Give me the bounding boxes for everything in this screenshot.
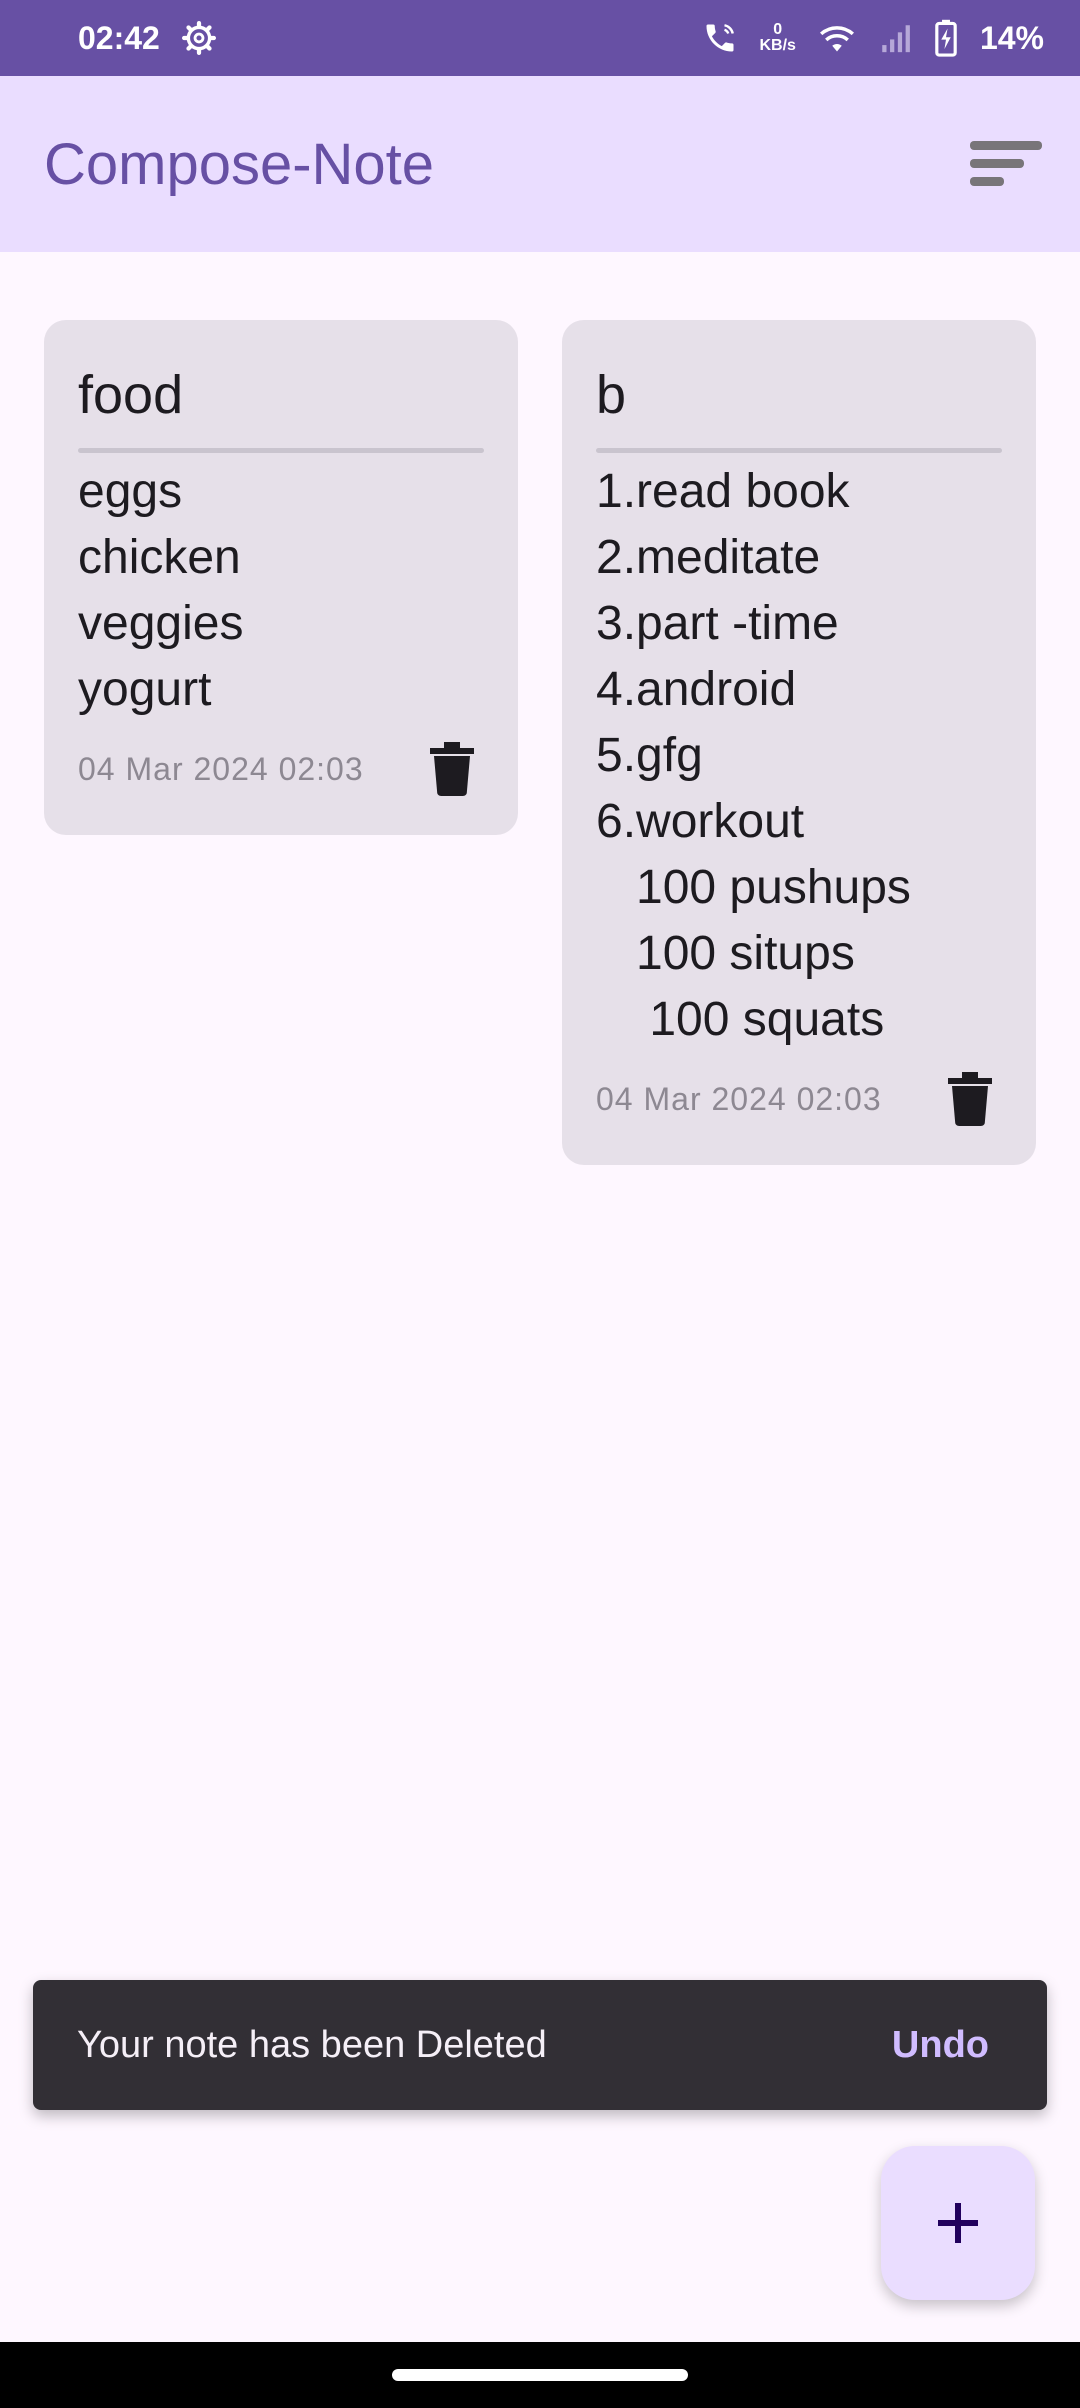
note-footer: 04 Mar 2024 02:03 [78, 737, 484, 801]
home-indicator[interactable] [392, 2369, 688, 2381]
note-footer: 04 Mar 2024 02:03 [596, 1067, 1002, 1131]
note-divider [596, 448, 1002, 453]
battery-percent: 14% [979, 19, 1044, 56]
sort-lines-icon [966, 137, 1044, 191]
note-content: eggs chicken veggies yogurt [78, 465, 244, 716]
snackbar-message: Your note has been Deleted [77, 2023, 547, 2066]
note-divider [78, 448, 484, 453]
wifi-icon [818, 21, 856, 55]
trash-icon [430, 742, 474, 796]
note-card[interactable]: food eggs chicken veggies yogurt 04 Mar … [44, 320, 518, 835]
system-navigation-bar [0, 2342, 1080, 2408]
note-date: 04 Mar 2024 02:03 [78, 750, 364, 787]
delete-note-button[interactable] [938, 1067, 1002, 1131]
status-right: 0 KB/s 14% [702, 19, 1044, 57]
undo-button[interactable]: Undo [892, 2024, 989, 2067]
network-speed-value: 0 [773, 21, 783, 38]
plus-icon [936, 2201, 980, 2245]
signal-icon [878, 21, 912, 55]
delete-note-button[interactable] [420, 737, 484, 801]
top-app-bar: Compose-Note [0, 76, 1080, 252]
snackbar: Your note has been Deleted Undo [33, 1980, 1047, 2110]
status-time: 02:42 [78, 19, 160, 56]
note-title: food [78, 365, 184, 425]
settings-gear-icon [181, 21, 216, 55]
sort-button[interactable] [966, 134, 1044, 194]
note-title: b [596, 365, 627, 425]
network-speed-unit: KB/s [759, 37, 796, 54]
note-card[interactable]: b 1.read book 2.meditate 3.part -time 4.… [562, 320, 1036, 1165]
trash-icon [948, 1072, 992, 1126]
note-content: 1.read book 2.meditate 3.part -time 4.an… [596, 465, 911, 1046]
add-note-fab[interactable] [881, 2146, 1035, 2300]
app-title: Compose-Note [44, 131, 435, 197]
wifi-call-icon [702, 20, 738, 56]
status-bar: 02:42 0 KB/s 14% [0, 0, 1080, 76]
network-speed: 0 KB/s [760, 22, 796, 54]
note-date: 04 Mar 2024 02:03 [596, 1080, 882, 1117]
status-left: 02:42 [78, 20, 216, 57]
screen: 02:42 0 KB/s 14% Compose-Note food eggs … [0, 0, 1080, 2408]
battery-charging-icon [934, 19, 958, 57]
